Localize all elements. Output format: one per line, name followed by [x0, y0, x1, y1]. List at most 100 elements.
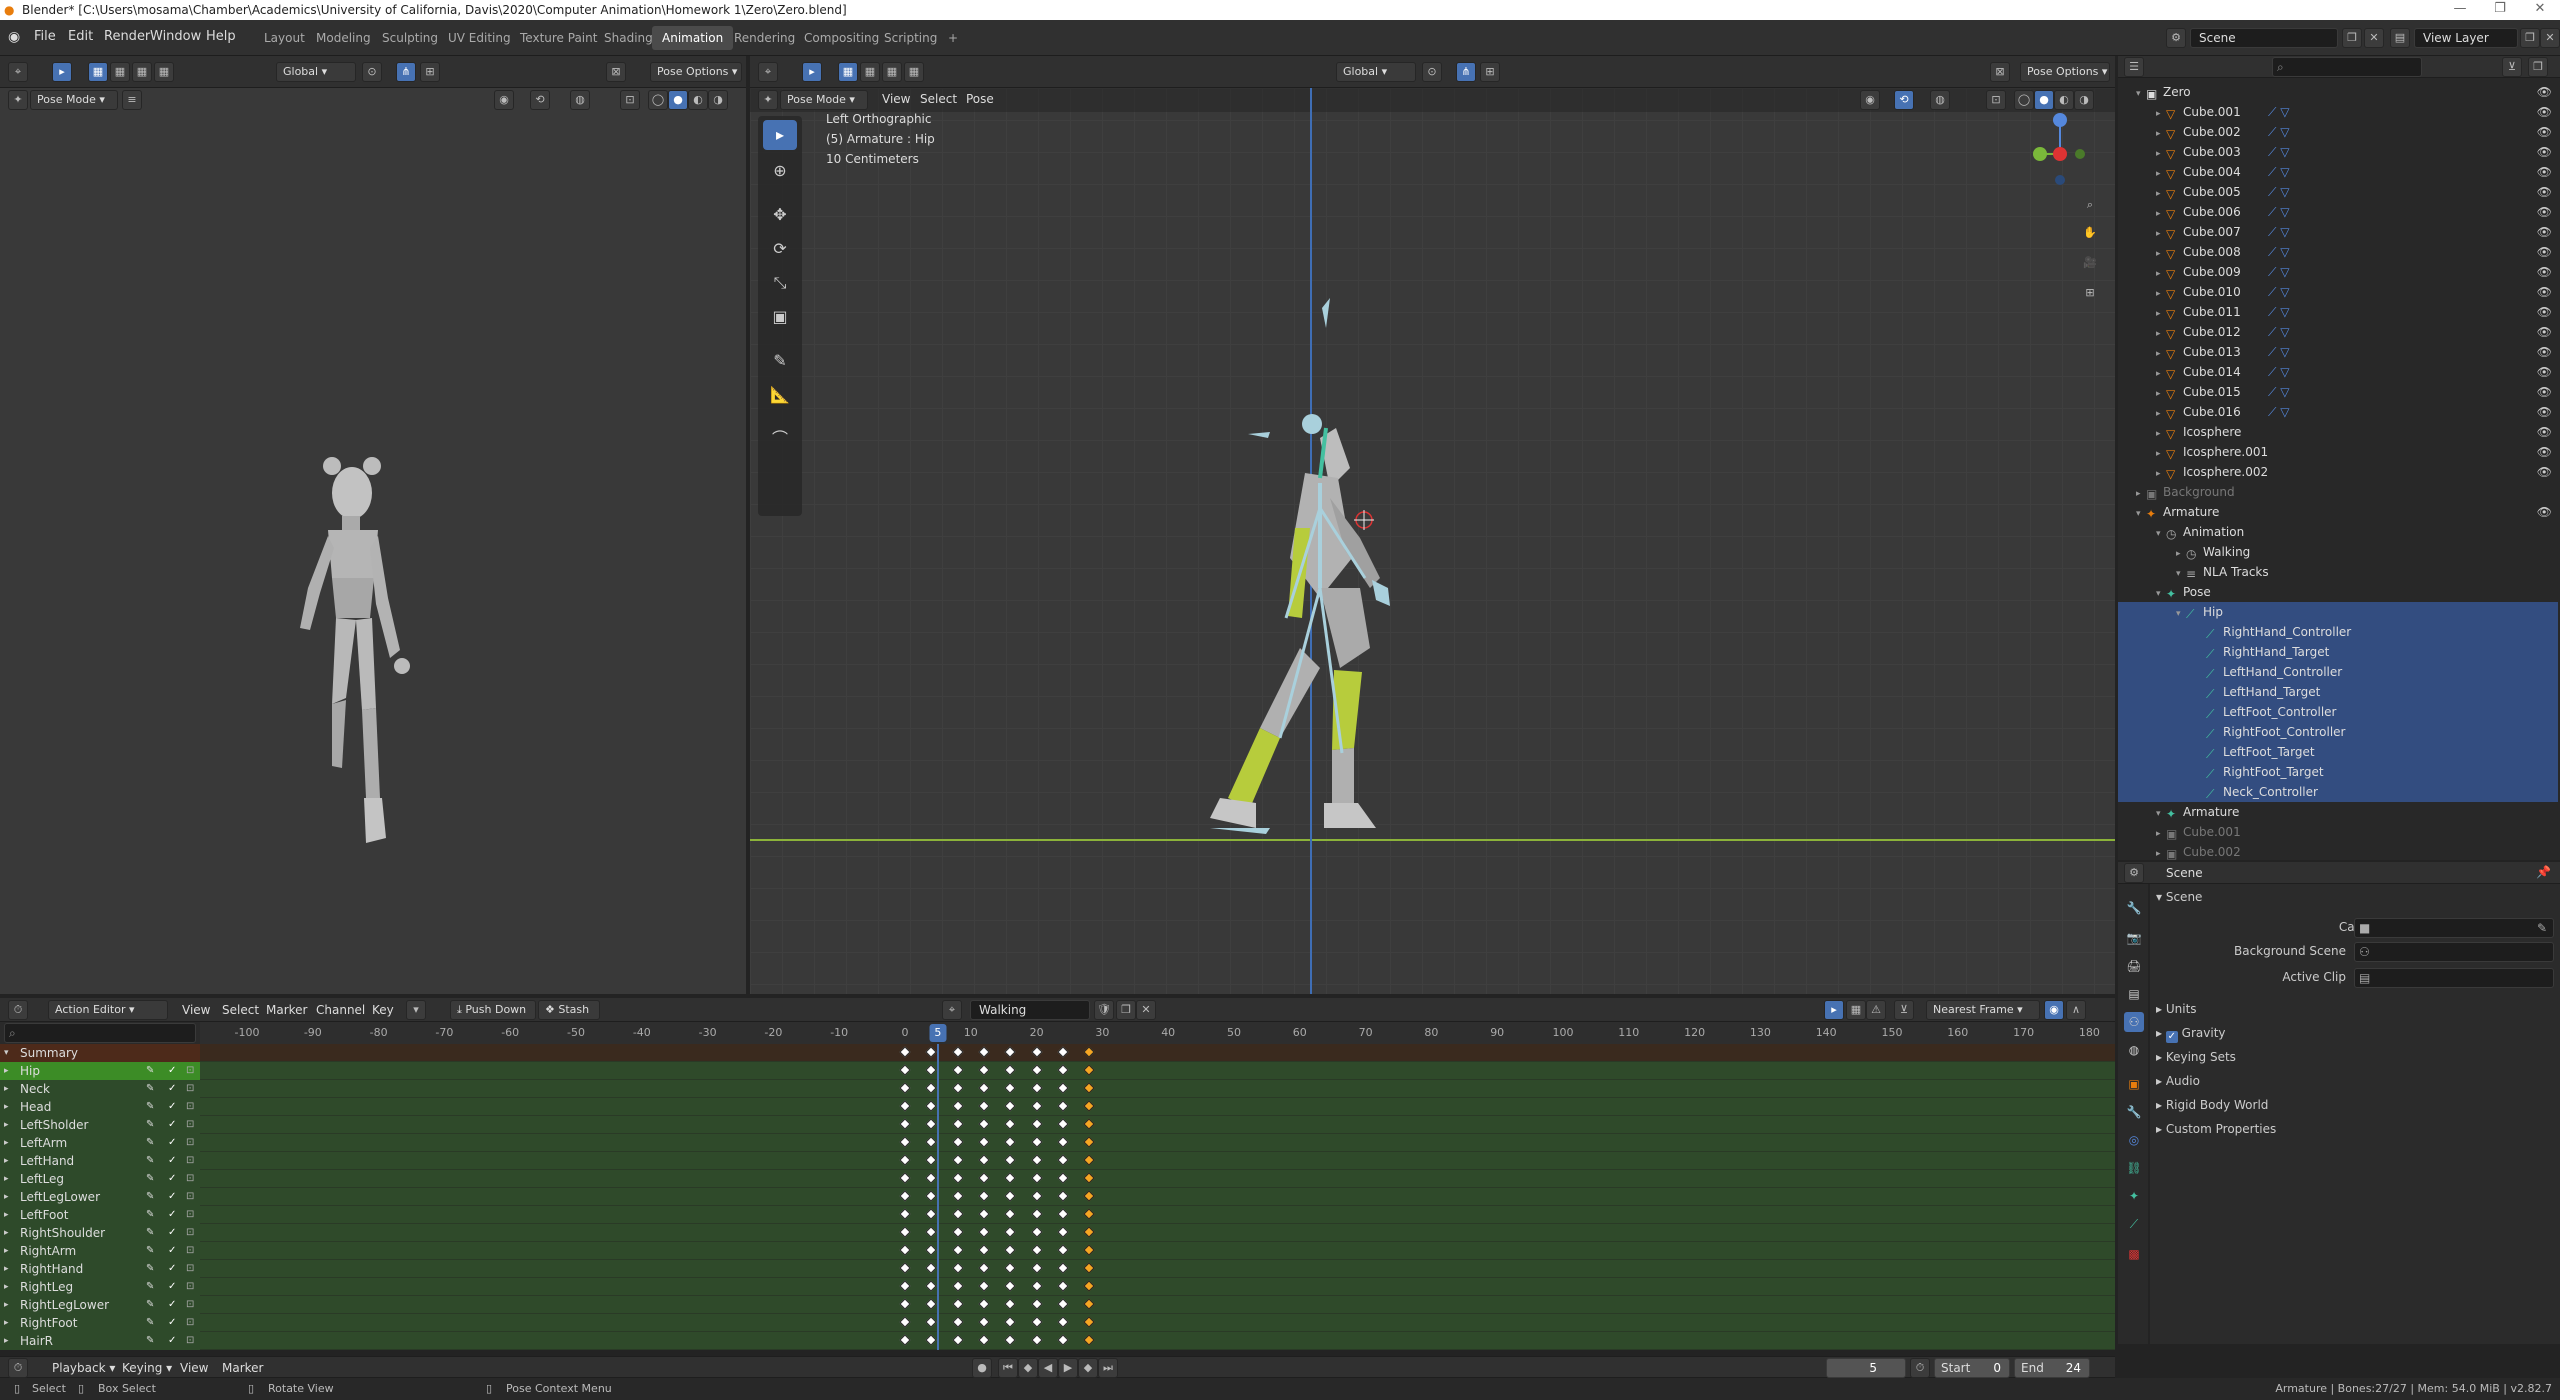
expand-icon[interactable]: ▸: [4, 1206, 9, 1224]
pivot-icon[interactable]: ⊙: [1422, 62, 1442, 82]
view-layer-tab-icon[interactable]: ▤: [2124, 984, 2144, 1004]
outliner-item[interactable]: ▸ ▽ Cube.007 ⟋ ▽ 👁: [2118, 222, 2558, 242]
select-mode-extend-icon[interactable]: ▦: [860, 62, 880, 82]
outliner-search-input[interactable]: ⌕: [2272, 57, 2422, 77]
expand-icon[interactable]: ▸: [4, 1152, 9, 1170]
view-layer-field[interactable]: View Layer: [2414, 28, 2518, 48]
fake-user-icon[interactable]: 🛡: [1094, 1000, 1114, 1020]
transform-orientation-dropdown[interactable]: Global ▾: [276, 62, 356, 82]
xray-icon[interactable]: ⊠: [606, 62, 626, 82]
new-collection-icon[interactable]: ❐: [2528, 57, 2548, 77]
visibility-eye-icon[interactable]: 👁: [2537, 302, 2552, 322]
lock-icon[interactable]: ⊡: [186, 1263, 198, 1275]
ortho-toggle-icon[interactable]: ⊞: [2080, 284, 2100, 304]
menu-marker[interactable]: Marker: [266, 1003, 307, 1017]
fcurve-icon[interactable]: ✎: [146, 1263, 158, 1275]
menu-window[interactable]: Window: [150, 29, 201, 44]
visibility-eye-icon[interactable]: 👁: [2537, 142, 2552, 162]
outliner-item[interactable]: ▸ ◷ Walking: [2118, 542, 2558, 562]
x-axis-icon[interactable]: [2053, 147, 2067, 161]
main-viewport[interactable]: ✦ Pose Mode ▾ View Select Pose ◉ ⟲ ◍ ⊡ ◯…: [750, 88, 2115, 994]
new-scene-icon[interactable]: ❐: [2342, 28, 2362, 48]
outliner-item[interactable]: ▸ ▣ Cube.001: [2118, 822, 2558, 842]
select-mode-extend-icon[interactable]: ▦: [110, 62, 130, 82]
lock-icon[interactable]: ⊡: [186, 1173, 198, 1185]
fcurve-icon[interactable]: ✎: [146, 1065, 158, 1077]
expand-icon[interactable]: ▸: [4, 1098, 9, 1116]
maximize-icon[interactable]: ❐: [2480, 1, 2520, 16]
bone-channel[interactable]: ▸ RightShoulder ✎ ✓ ⊡: [0, 1224, 200, 1242]
shading-solid-icon[interactable]: ●: [2034, 90, 2054, 110]
modifier-icon[interactable]: ⟋ ▽: [2268, 242, 2289, 262]
play-icon[interactable]: ▶: [1058, 1358, 1078, 1378]
expand-icon[interactable]: ▸: [2156, 424, 2166, 444]
mute-checkbox[interactable]: ✓: [168, 1065, 180, 1077]
expand-icon[interactable]: ▸: [4, 1170, 9, 1188]
expand-icon[interactable]: ▸: [4, 1278, 9, 1296]
expand-icon[interactable]: ▸: [4, 1188, 9, 1206]
expand-icon[interactable]: ▾: [2156, 584, 2166, 604]
fcurve-icon[interactable]: ✎: [146, 1191, 158, 1203]
bone-channel[interactable]: ▸ LeftArm ✎ ✓ ⊡: [0, 1134, 200, 1152]
interpolation-icon[interactable]: ▾: [406, 1000, 426, 1020]
mute-checkbox[interactable]: ✓: [168, 1083, 180, 1095]
expand-icon[interactable]: ▸: [2156, 404, 2166, 424]
mute-checkbox[interactable]: ✓: [168, 1155, 180, 1167]
show-hidden-icon[interactable]: ▦: [1846, 1000, 1866, 1020]
expand-icon[interactable]: ▸: [2156, 164, 2166, 184]
pose-options-dropdown[interactable]: Pose Options ▾: [650, 62, 742, 82]
expand-icon[interactable]: ▾: [2176, 564, 2186, 584]
pivot-icon[interactable]: ⊙: [362, 62, 382, 82]
modifier-icon[interactable]: ⟋ ▽: [2268, 142, 2289, 162]
bone-channel[interactable]: ▸ LeftLegLower ✎ ✓ ⊡: [0, 1188, 200, 1206]
preview-range-icon[interactable]: ⏱: [1910, 1358, 1930, 1378]
modifier-icon[interactable]: ⟋ ▽: [2268, 342, 2289, 362]
bone-tab-icon[interactable]: ⟋: [2124, 1214, 2144, 1234]
output-tab-icon[interactable]: 🖨: [2124, 956, 2144, 976]
visibility-eye-icon[interactable]: 👁: [2537, 282, 2552, 302]
tab-texture-paint[interactable]: Texture Paint: [510, 26, 607, 50]
tab-uv-editing[interactable]: UV Editing: [438, 26, 521, 50]
menu-playback[interactable]: Playback ▾: [52, 1361, 115, 1375]
select-mode-invert-icon[interactable]: ▦: [154, 62, 174, 82]
scene-panel-header[interactable]: ▾ Scene: [2156, 890, 2202, 904]
menu-pose[interactable]: Pose: [966, 92, 994, 106]
outliner-item[interactable]: ⟋ LeftFoot_Controller: [2118, 702, 2558, 722]
outliner-item[interactable]: ▸ ▽ Cube.011 ⟋ ▽ 👁: [2118, 302, 2558, 322]
tab-modeling[interactable]: Modeling: [306, 26, 381, 50]
menu-select[interactable]: Select: [222, 1003, 259, 1017]
outliner-item[interactable]: ⟋ RightHand_Target: [2118, 642, 2558, 662]
fcurve-icon[interactable]: ✎: [146, 1083, 158, 1095]
auto-keying-icon[interactable]: ●: [972, 1358, 992, 1378]
editor-type-icon[interactable]: ⏱: [8, 1000, 28, 1020]
outliner-item[interactable]: ▾ ✦ Armature: [2118, 802, 2558, 822]
pose-options-dropdown[interactable]: Pose Options ▾: [2020, 62, 2110, 82]
expand-icon[interactable]: ▸: [2156, 224, 2166, 244]
menu-edit[interactable]: Edit: [68, 29, 93, 44]
bone-channel[interactable]: ▸ Neck ✎ ✓ ⊡: [0, 1080, 200, 1098]
menu-marker[interactable]: Marker: [222, 1361, 263, 1375]
visibility-eye-icon[interactable]: 👁: [2537, 222, 2552, 242]
fcurve-icon[interactable]: ✎: [146, 1245, 158, 1257]
outliner-item[interactable]: ▸ ▽ Cube.012 ⟋ ▽ 👁: [2118, 322, 2558, 342]
outliner-item[interactable]: ▸ ▽ Cube.006 ⟋ ▽ 👁: [2118, 202, 2558, 222]
mute-checkbox[interactable]: ✓: [168, 1317, 180, 1329]
pose-mode-dropdown[interactable]: Pose Mode ▾: [780, 90, 868, 110]
lock-icon[interactable]: ⊡: [186, 1281, 198, 1293]
mute-checkbox[interactable]: ✓: [168, 1281, 180, 1293]
modifier-icon[interactable]: ⟋ ▽: [2268, 262, 2289, 282]
lock-icon[interactable]: ⊡: [186, 1227, 198, 1239]
fcurve-icon[interactable]: ✎: [146, 1281, 158, 1293]
select-mode-invert-icon[interactable]: ▦: [904, 62, 924, 82]
menu-file[interactable]: File: [34, 29, 56, 44]
overlays-icon[interactable]: ◍: [1930, 90, 1950, 110]
visibility-eye-icon[interactable]: 👁: [2537, 502, 2552, 522]
timeline-type-icon[interactable]: ⏱: [8, 1358, 28, 1378]
modifier-icon[interactable]: ⟋ ▽: [2268, 322, 2289, 342]
dopesheet-area[interactable]: [200, 1044, 2115, 1350]
visibility-eye-icon[interactable]: 👁: [2537, 242, 2552, 262]
outliner-item[interactable]: ⟋ LeftFoot_Target: [2118, 742, 2558, 762]
mute-checkbox[interactable]: ✓: [168, 1227, 180, 1239]
outliner-item[interactable]: ▸ ▽ Cube.003 ⟋ ▽ 👁: [2118, 142, 2558, 162]
outliner-item[interactable]: ⟋ Neck_Controller: [2118, 782, 2558, 802]
